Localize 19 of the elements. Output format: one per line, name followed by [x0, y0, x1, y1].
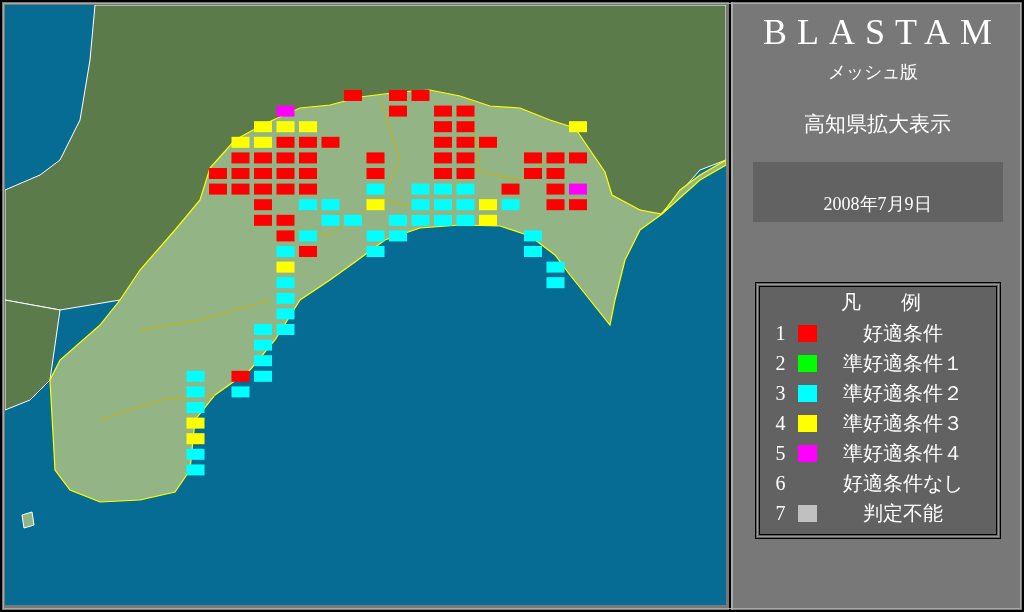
app-title: BLASTAM — [761, 14, 1003, 50]
legend-number: 1 — [775, 321, 787, 345]
legend-label: 好適条件 — [861, 320, 944, 346]
legend-number: 4 — [775, 411, 787, 435]
legend-label: 好適条件なし — [841, 470, 964, 496]
legend-label: 準好適条件２ — [841, 380, 964, 406]
legend-number: 7 — [775, 501, 787, 525]
date-label: 2008年7月9日 — [752, 162, 1003, 222]
legend-label: 準好適条件４ — [841, 440, 964, 466]
legend-label: 判定不能 — [861, 500, 944, 526]
legend-label: 準好適条件１ — [841, 350, 964, 376]
view-label: 高知県拡大表示 — [804, 111, 951, 138]
legend-number: 5 — [775, 441, 787, 465]
legend-title: 凡 例 — [839, 290, 922, 315]
legend-number: 2 — [775, 351, 787, 375]
app-subtitle: メッシュ版 — [827, 61, 918, 84]
legend-number: 6 — [775, 471, 787, 495]
legend-number: 3 — [775, 381, 787, 405]
legend-label: 準好適条件３ — [841, 410, 964, 436]
